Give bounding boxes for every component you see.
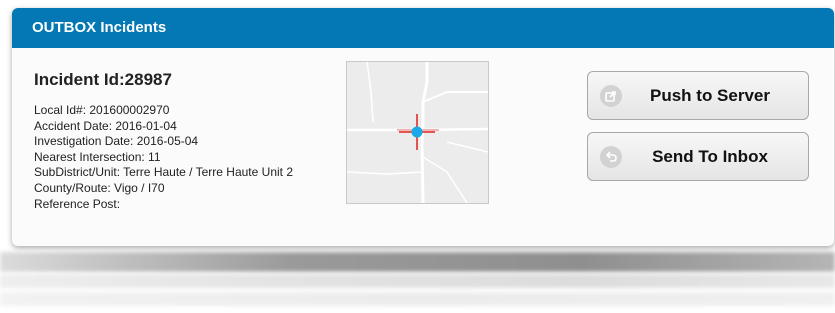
county-route: County/Route: Vigo / I70: [34, 180, 165, 195]
push-to-server-label: Push to Server: [650, 85, 770, 105]
incident-title: Incident Id:28987: [34, 70, 172, 89]
accident-date: Accident Date: 2016-01-04: [34, 118, 177, 133]
subdistrict-unit: SubDistrict/Unit: Terre Haute / Terre Ha…: [34, 165, 293, 180]
investigation-date: Investigation Date: 2016-05-04: [34, 134, 199, 149]
local-id: Local Id#: 201600002970: [34, 103, 170, 117]
reference-post: Reference Post:: [34, 196, 121, 211]
push-to-server-button[interactable]: Push to Server: [587, 71, 809, 120]
share-icon: [600, 84, 622, 107]
send-to-inbox-button[interactable]: Send To Inbox: [587, 132, 809, 181]
blurred-row: [0, 274, 835, 288]
map-image: [347, 62, 488, 203]
outbox-panel: OUTBOX Incidents Incident Id:28987 Local…: [12, 8, 834, 246]
send-to-inbox-label: Send To Inbox: [652, 146, 768, 166]
nearest-intersection: Nearest Intersection: 11: [34, 149, 161, 164]
blurred-row: [0, 292, 835, 306]
return-arrow-icon: [600, 145, 622, 168]
panel-title: OUTBOX Incidents: [12, 8, 834, 48]
incident-map[interactable]: [346, 61, 489, 204]
incident-details: Local Id#: 201600002970 Accident Date: 2…: [34, 103, 293, 212]
location-marker-icon: [411, 126, 423, 138]
blurred-row: [0, 252, 835, 272]
